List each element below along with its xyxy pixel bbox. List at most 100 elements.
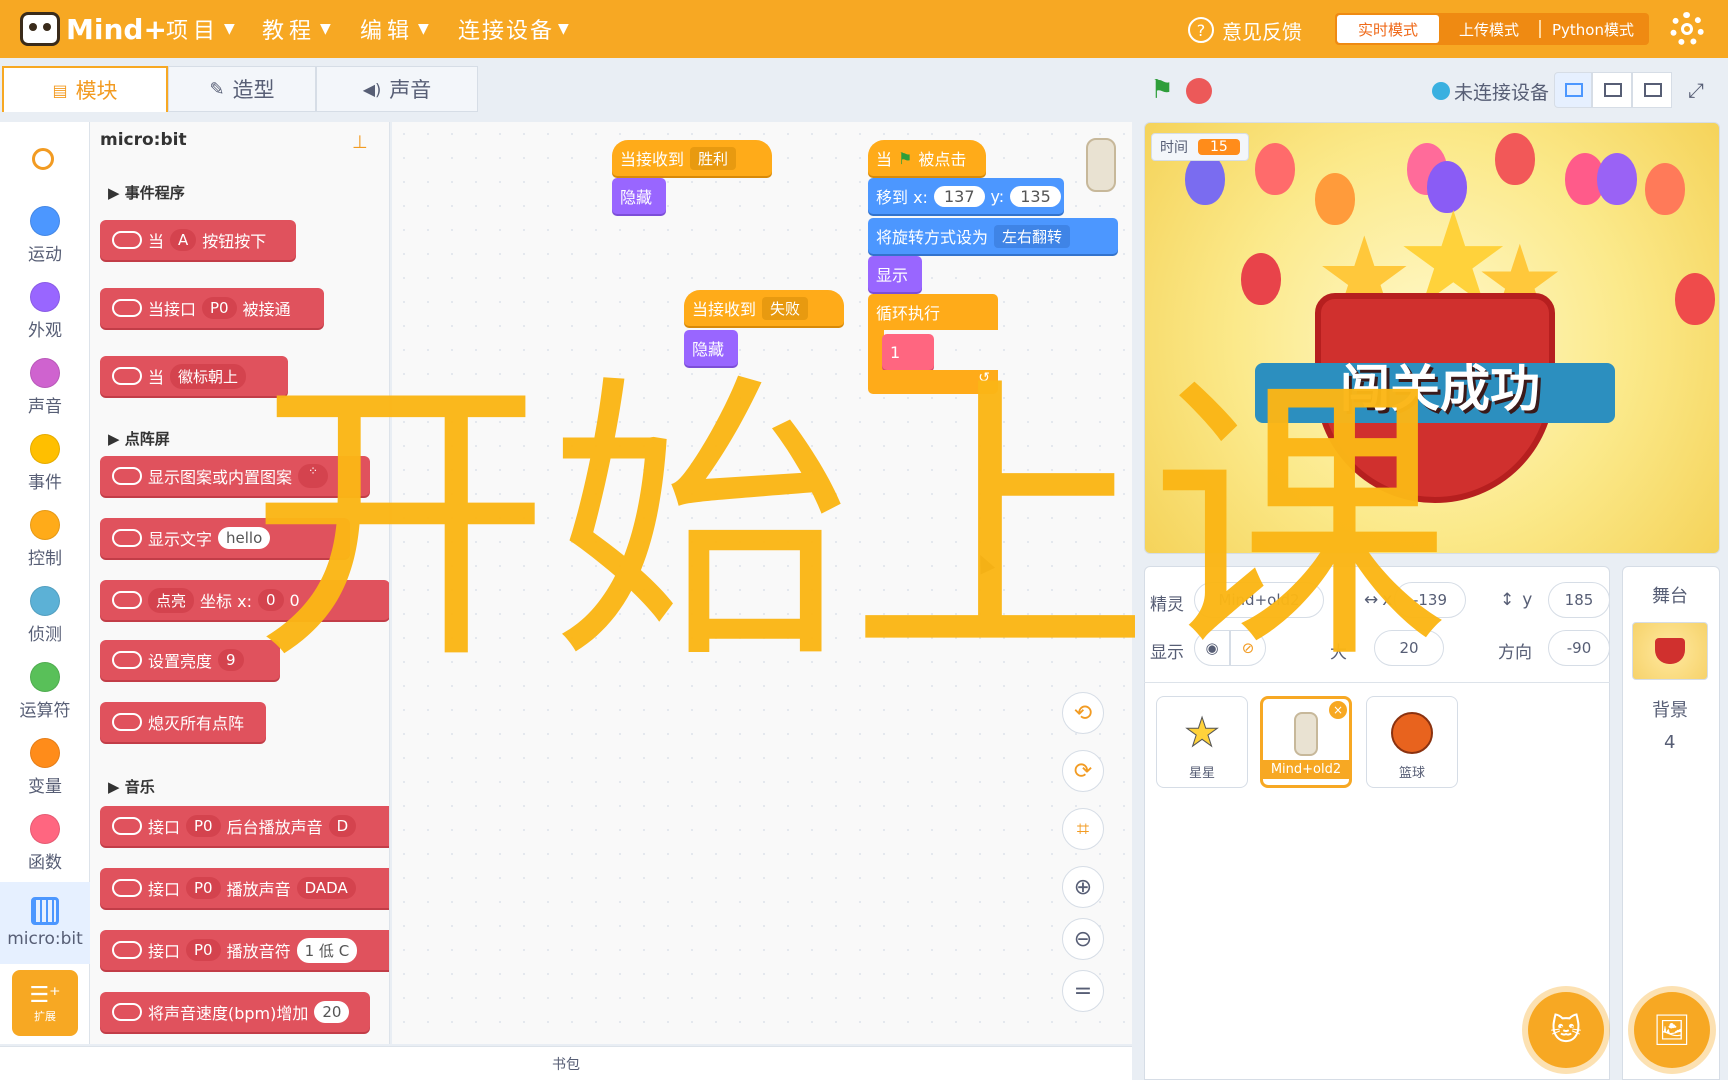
block-clear-display[interactable]: 熄灭所有点阵	[100, 702, 266, 742]
sprite-label: 精灵	[1150, 595, 1184, 615]
sprite-thumb-mindplus[interactable]: Mind+old2 ×	[1260, 696, 1352, 788]
script3-forever[interactable]: 循环执行	[868, 294, 998, 330]
block-set-brightness[interactable]: 设置亮度 9	[100, 640, 280, 680]
add-backdrop-button[interactable]: 🖼	[1634, 992, 1710, 1068]
x-input[interactable]: -139	[1394, 582, 1466, 618]
layout-large-stage-button[interactable]	[1632, 72, 1672, 108]
settings-gear-icon[interactable]	[1670, 12, 1704, 46]
zoom-in-button[interactable]: ⊕	[1062, 866, 1104, 908]
triangle-right-icon: ▶	[108, 430, 125, 448]
y-input[interactable]: 185	[1548, 582, 1610, 618]
undo-button[interactable]: ⟲	[1062, 692, 1104, 734]
backdrop-thumbnail[interactable]	[1632, 622, 1708, 680]
direction-input[interactable]: -90	[1548, 630, 1610, 666]
script1-hat-receive[interactable]: 当接收到 胜利	[612, 140, 772, 176]
chevron-down-icon: ▼	[320, 21, 331, 37]
add-sprite-button[interactable]: 🐱	[1528, 992, 1604, 1068]
microbit-icon	[112, 529, 142, 547]
menu-project[interactable]: 项目 ▼	[166, 12, 235, 46]
category-control[interactable]: 控制	[0, 510, 90, 569]
green-flag-icon: ⚑	[898, 148, 913, 168]
sprite-thumb-basketball[interactable]: 篮球	[1366, 696, 1458, 788]
category-events[interactable]: 事件	[0, 434, 90, 493]
script3-inner-block[interactable]: 1	[882, 334, 934, 370]
sprite-name-input[interactable]: Mind+old2	[1194, 582, 1324, 618]
section-display[interactable]: ▶ 点阵屏	[108, 428, 170, 449]
stage-canvas[interactable]: ★ ★ ★ 闯关成功 时间 15	[1144, 122, 1720, 554]
code-workspace[interactable]	[392, 122, 1132, 1044]
show-visible-toggle[interactable]: ◉	[1194, 630, 1230, 666]
mode-upload[interactable]: 上传模式	[1439, 15, 1539, 43]
size-input[interactable]: 20	[1374, 630, 1444, 666]
block-show-pattern[interactable]: 显示图案或内置图案 ⁘	[100, 456, 370, 496]
backpack-bar[interactable]: 书包	[0, 1046, 1132, 1080]
redo-button[interactable]: ⟳	[1062, 750, 1104, 792]
layout-small-stage-button[interactable]	[1554, 72, 1592, 108]
green-flag-button[interactable]: ⚑	[1148, 75, 1176, 105]
stage-banner-text: 闯关成功	[1340, 360, 1540, 418]
show-hidden-toggle[interactable]: ⊘	[1230, 630, 1266, 666]
menu-edit[interactable]: 编辑 ▼	[360, 12, 429, 46]
x-field-label: ↔ x	[1364, 590, 1393, 610]
redo-icon: ⟳	[1073, 758, 1093, 784]
category-sensing[interactable]: 侦测	[0, 586, 90, 645]
heart-pattern-icon[interactable]: ⁘	[298, 464, 329, 488]
zoom-out-button[interactable]: ⊖	[1062, 918, 1104, 960]
category-dot-icon	[30, 738, 60, 768]
script3-hat-flag-clicked[interactable]: 当 ⚑ 被点击	[868, 140, 986, 176]
block-button-pressed[interactable]: 当 A 按钮按下	[100, 220, 296, 260]
category-variables[interactable]: 变量	[0, 738, 90, 797]
stop-button[interactable]	[1186, 78, 1212, 104]
tab-blocks[interactable]: ▤ 模块	[2, 66, 168, 112]
crop-button[interactable]: ⌗	[1062, 808, 1104, 850]
block-logo-up[interactable]: 当徽标朝上	[100, 356, 288, 396]
section-music[interactable]: ▶ 音乐	[108, 776, 155, 797]
tab-costumes[interactable]: ✎ 造型	[168, 66, 316, 112]
category-motion[interactable]: 运动	[0, 206, 90, 265]
chip-icon	[31, 897, 59, 925]
app-logo[interactable]: Mind+	[20, 8, 167, 50]
microbit-icon	[112, 941, 142, 959]
block-change-tempo[interactable]: 将声音速度(bpm)增加 20	[100, 992, 370, 1032]
block-play-sound[interactable]: 接口 P0 播放声音 DADA	[100, 868, 389, 908]
zoom-reset-button[interactable]: =	[1062, 970, 1104, 1012]
block-play-note[interactable]: 接口 P0 播放音符 1 低 C	[100, 930, 389, 970]
zoom-out-icon: ⊖	[1073, 926, 1093, 952]
category-sound[interactable]: 声音	[0, 358, 90, 417]
status-dot-icon	[1432, 82, 1450, 100]
speaker-icon: ◀)	[362, 79, 382, 99]
delete-sprite-icon[interactable]: ×	[1329, 701, 1347, 719]
extension-button[interactable]: ☰⁺ 扩展	[12, 970, 78, 1036]
menu-connect-device[interactable]: 连接设备 ▼	[458, 12, 569, 46]
script1-hide[interactable]: 隐藏	[612, 178, 666, 214]
category-microbit[interactable]: micro:bit	[0, 882, 90, 964]
script3-show[interactable]: 显示	[868, 256, 922, 292]
block-show-text[interactable]: 显示文字 hello	[100, 518, 350, 558]
size-label: 大	[1330, 643, 1347, 663]
mode-realtime[interactable]: 实时模式	[1337, 15, 1439, 43]
script3-goto-xy[interactable]: 移到 x: 137 y: 135	[868, 178, 1064, 214]
mode-python[interactable]: Python模式	[1541, 15, 1645, 43]
layout-normal-stage-button[interactable]	[1592, 72, 1632, 108]
tab-sounds[interactable]: ◀) 声音	[316, 66, 478, 112]
block-play-background[interactable]: 接口 P0 后台播放声音 D	[100, 806, 389, 846]
fullscreen-button[interactable]: ⤢	[1676, 72, 1716, 108]
sprite-thumb-star[interactable]: ★ 星星	[1156, 696, 1248, 788]
menu-tutorial[interactable]: 教程 ▼	[262, 12, 331, 46]
y-field-label: ↕ y	[1500, 590, 1533, 610]
script2-hat-receive[interactable]: 当接收到 失败	[684, 290, 844, 326]
block-pin-connected[interactable]: 当接口 P0 被接通	[100, 288, 324, 328]
search-icon[interactable]	[32, 148, 54, 170]
app-logo-text: Mind+	[66, 12, 167, 46]
category-looks[interactable]: 外观	[0, 282, 90, 341]
pin-icon[interactable]: ⊥	[352, 132, 368, 153]
category-operators[interactable]: 运算符	[0, 662, 90, 721]
brush-icon: ✎	[209, 78, 225, 100]
feedback-button[interactable]: ? 意见反馈	[1188, 14, 1302, 46]
layout-normal-icon	[1604, 83, 1622, 97]
block-plot-point[interactable]: 点亮 坐标 x: 0 0	[100, 580, 389, 620]
category-functions[interactable]: 函数	[0, 814, 90, 873]
script2-hide[interactable]: 隐藏	[684, 330, 738, 366]
script3-set-rotation[interactable]: 将旋转方式设为 左右翻转	[868, 218, 1118, 254]
section-events[interactable]: ▶ 事件程序	[108, 182, 185, 203]
